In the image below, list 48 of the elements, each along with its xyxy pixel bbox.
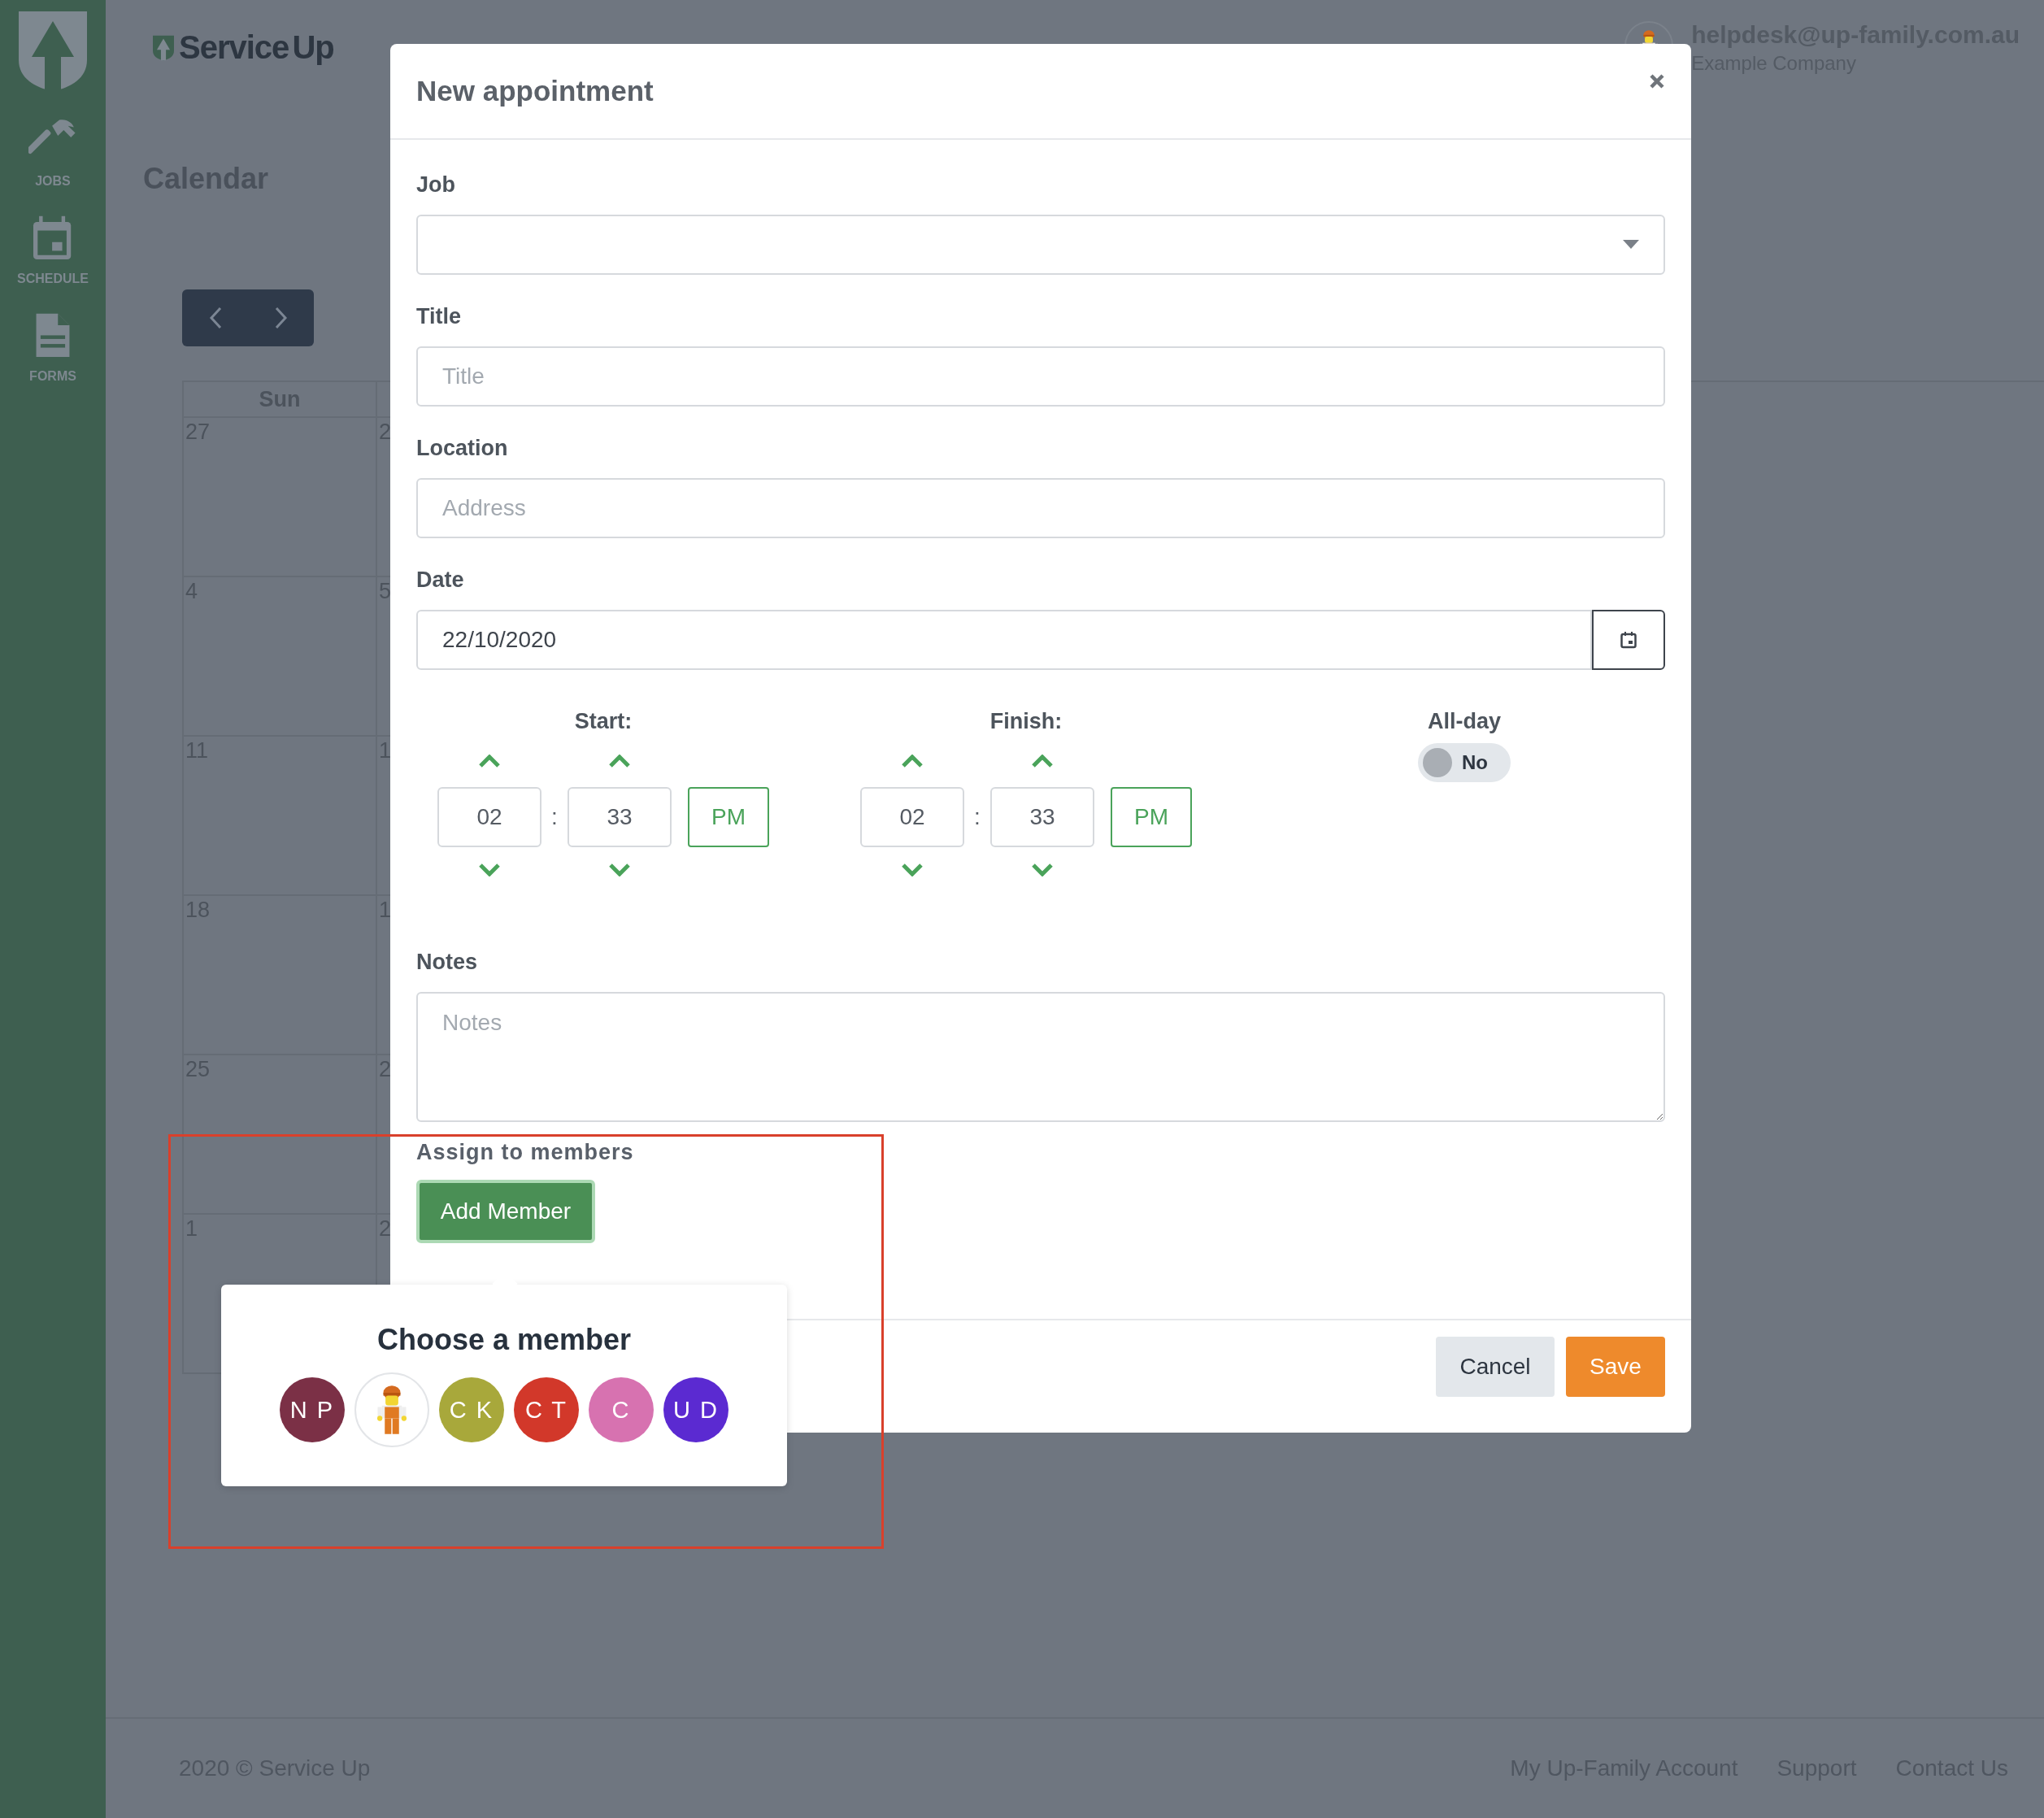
chevron-up-icon bbox=[479, 755, 500, 768]
hour-field[interactable]: 02 bbox=[437, 787, 541, 847]
field-label: Notes bbox=[416, 949, 477, 976]
cancel-button[interactable]: Cancel bbox=[1436, 1337, 1555, 1397]
minute-field[interactable]: 33 bbox=[568, 787, 672, 847]
dialog-title: New appointment bbox=[416, 75, 654, 107]
time-separator: : bbox=[550, 804, 559, 830]
add-member-button[interactable]: Add Member bbox=[416, 1180, 595, 1243]
period-toggle-button[interactable]: PM bbox=[1111, 787, 1192, 847]
chevron-down-icon bbox=[902, 863, 923, 876]
member-avatar[interactable]: U D bbox=[663, 1377, 728, 1442]
chevron-down-icon bbox=[609, 863, 630, 876]
save-button[interactable]: Save bbox=[1566, 1337, 1665, 1397]
field-label: Date bbox=[416, 567, 464, 594]
chevron-up-icon bbox=[902, 755, 923, 768]
time-separator: : bbox=[973, 804, 981, 830]
chevron-up-icon bbox=[609, 755, 630, 768]
close-icon bbox=[1649, 72, 1665, 89]
hour-field[interactable]: 02 bbox=[860, 787, 964, 847]
title-field[interactable]: Title bbox=[416, 346, 1665, 407]
member-avatar[interactable]: C T bbox=[514, 1377, 579, 1442]
field-label: Title bbox=[416, 303, 461, 330]
chevron-up-icon bbox=[1032, 755, 1053, 768]
chevron-down-icon bbox=[479, 863, 500, 876]
time-label: Start: bbox=[574, 708, 633, 735]
member-avatar[interactable]: C bbox=[589, 1377, 654, 1442]
shield-arrow-logo bbox=[153, 34, 174, 61]
popover-title: Choose a member bbox=[376, 1322, 632, 1358]
member-avatar[interactable]: C K bbox=[439, 1377, 504, 1442]
address-field[interactable]: Address bbox=[416, 478, 1665, 538]
period-toggle-button[interactable]: PM bbox=[688, 787, 769, 847]
field-label: Location bbox=[416, 435, 508, 462]
chevron-down-icon bbox=[1032, 863, 1053, 876]
chevron-left-icon bbox=[208, 307, 222, 329]
caret-down-icon bbox=[1623, 240, 1639, 250]
notes-field[interactable]: Notes bbox=[416, 992, 1665, 1122]
chevron-right-icon bbox=[274, 307, 288, 329]
date-field[interactable]: 22/10/2020 bbox=[416, 610, 1592, 670]
member-avatar[interactable]: N P bbox=[280, 1377, 345, 1442]
all-day-label: All-day bbox=[1428, 708, 1501, 735]
all-day-toggle[interactable]: No bbox=[1418, 743, 1511, 782]
field-label: Job bbox=[416, 172, 455, 198]
minute-field[interactable]: 33 bbox=[990, 787, 1094, 847]
section-label: Assign to members bbox=[416, 1140, 635, 1165]
time-label: Finish: bbox=[989, 708, 1063, 735]
calendar-icon bbox=[1620, 631, 1637, 649]
calendar-button[interactable] bbox=[1592, 610, 1665, 670]
brand-name: Service Up bbox=[179, 29, 334, 66]
